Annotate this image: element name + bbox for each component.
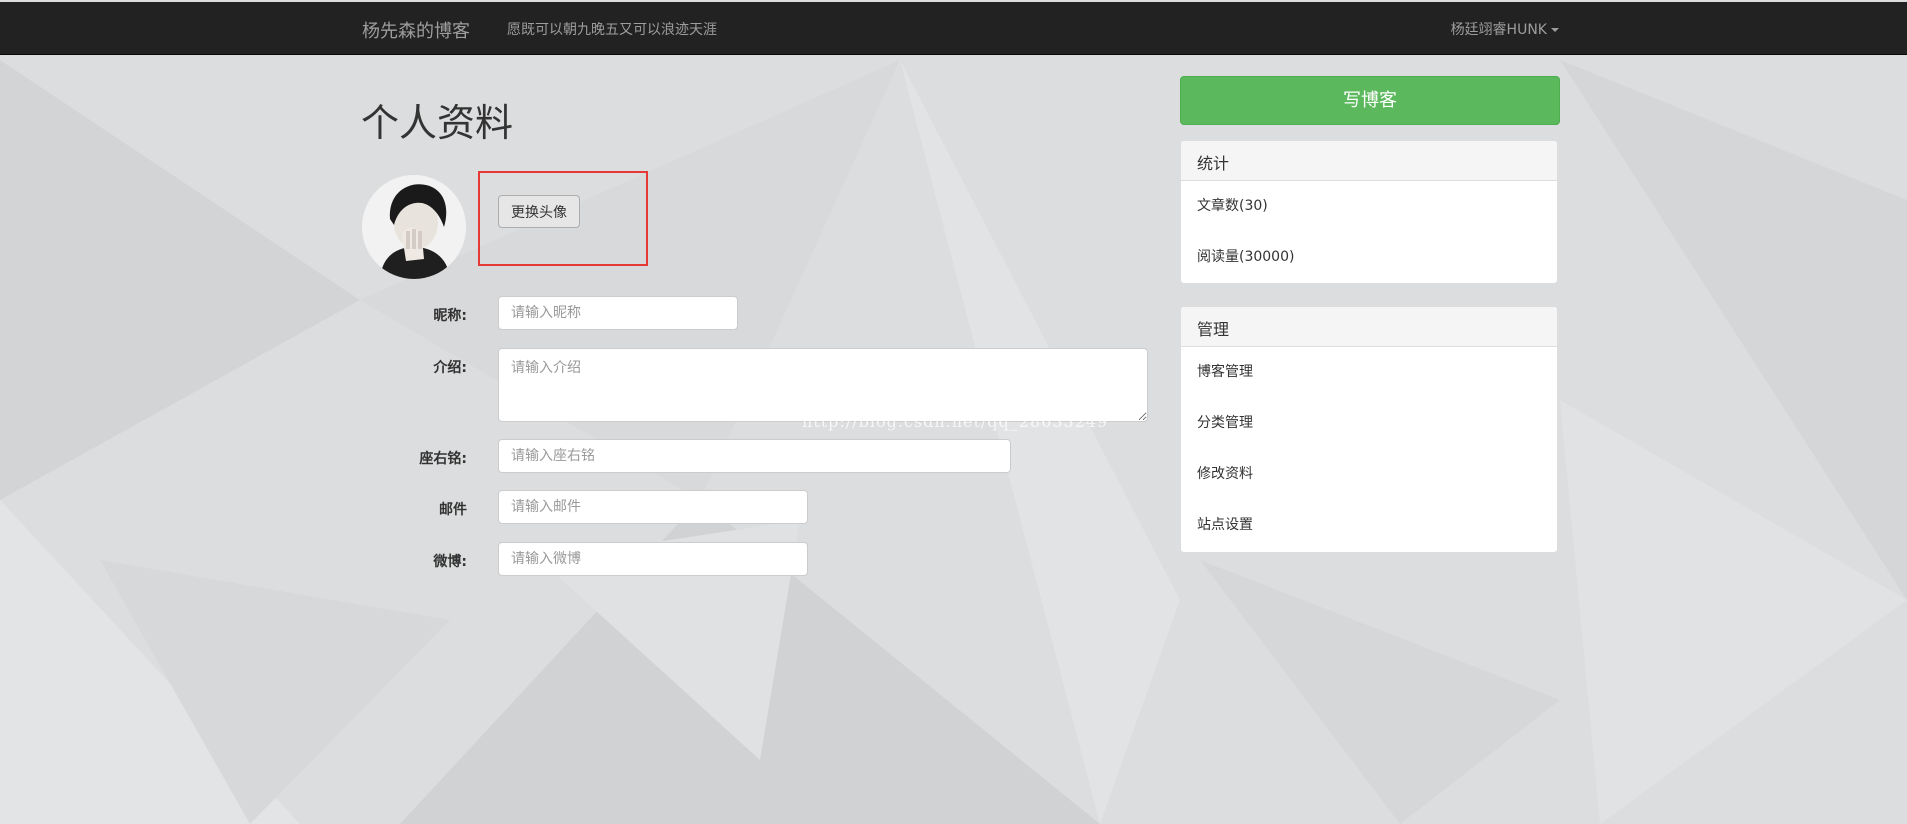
nickname-input[interactable] [498, 296, 738, 330]
weibo-label: 微博: [433, 554, 467, 570]
manage-panel-heading: 管理 [1181, 307, 1557, 347]
manage-item-profile[interactable]: 修改资料 [1181, 449, 1557, 500]
weibo-input[interactable] [498, 542, 808, 576]
user-menu-toggle[interactable]: 杨廷翊睿HUNK [1451, 19, 1559, 39]
nickname-label: 昵称: [433, 308, 467, 324]
avatar-image [362, 175, 466, 279]
stats-panel-heading: 统计 [1181, 141, 1557, 181]
avatar [362, 175, 466, 279]
manage-item-blog[interactable]: 博客管理 [1181, 347, 1557, 398]
top-navbar: 杨先森的博客 愿既可以朝九晚五又可以浪迹天涯 杨廷翊睿HUNK [0, 2, 1907, 55]
manage-item-category[interactable]: 分类管理 [1181, 398, 1557, 449]
caret-down-icon [1551, 28, 1559, 32]
intro-textarea[interactable] [498, 348, 1148, 422]
watermark-text: http://blog.csdn.net/qq_28633249 [802, 412, 1109, 431]
stats-panel: 统计 文章数(30) 阅读量(30000) [1180, 140, 1558, 284]
site-motto: 愿既可以朝九晚五又可以浪迹天涯 [507, 22, 717, 38]
manage-panel: 管理 博客管理 分类管理 修改资料 站点设置 [1180, 306, 1558, 553]
change-avatar-button[interactable]: 更换头像 [498, 195, 580, 228]
stats-read-count: 阅读量(30000) [1197, 249, 1295, 265]
email-label: 邮件 [439, 502, 467, 518]
page-title: 个人资料 [361, 101, 514, 145]
motto-input[interactable] [498, 439, 1011, 473]
main-content: 个人资料 更换头像 昵称: 介绍: 座右铭: 邮件 微博: http://blo… [0, 0, 1907, 824]
brand-link[interactable]: 杨先森的博客 [362, 17, 470, 43]
intro-label: 介绍: [433, 360, 467, 376]
motto-label: 座右铭: [419, 451, 467, 467]
write-blog-button[interactable]: 写博客 [1180, 76, 1560, 125]
email-input[interactable] [498, 490, 808, 524]
stats-article-count: 文章数(30) [1197, 198, 1268, 214]
manage-item-site-settings[interactable]: 站点设置 [1181, 500, 1557, 551]
user-name: 杨廷翊睿HUNK [1450, 22, 1547, 38]
